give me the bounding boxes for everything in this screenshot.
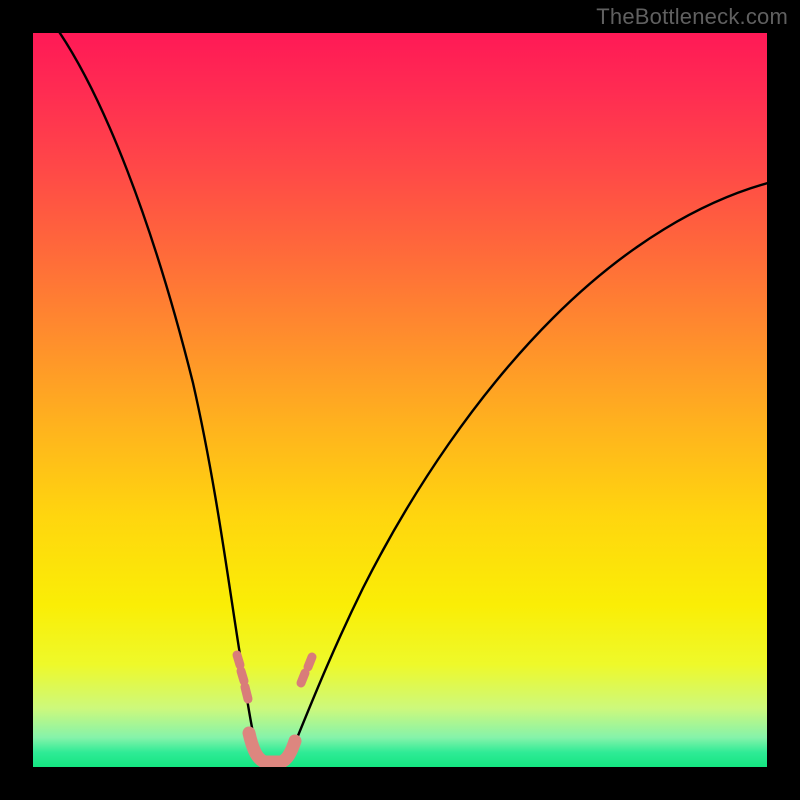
right-markers [301, 657, 312, 683]
plot-area [33, 33, 767, 767]
bottleneck-curve [53, 33, 767, 763]
bottom-band [249, 733, 295, 762]
chart-frame: TheBottleneck.com [0, 0, 800, 800]
watermark-text: TheBottleneck.com [596, 4, 788, 30]
curve-layer [33, 33, 767, 767]
left-markers [237, 655, 248, 699]
